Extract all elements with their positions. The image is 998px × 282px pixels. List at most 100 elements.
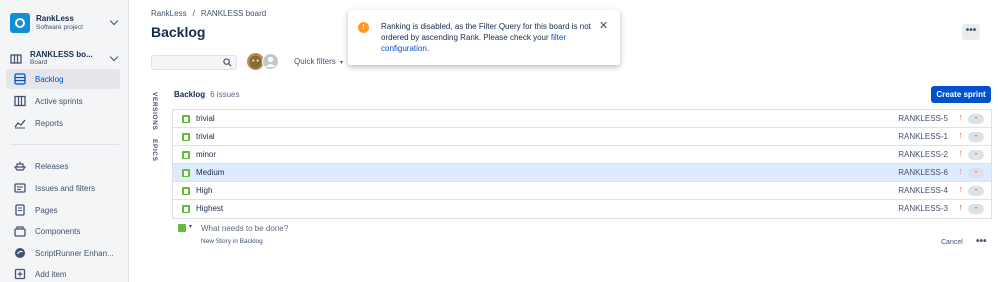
more-actions-button[interactable]: ••• [962, 24, 980, 40]
user-avatar[interactable] [262, 53, 279, 70]
chevron-down-icon: ▾ [189, 224, 193, 230]
story-icon [182, 115, 190, 123]
issue-key[interactable]: RANKLESS-1 [898, 132, 948, 141]
search-input[interactable] [151, 55, 237, 70]
issue-row[interactable]: minor RANKLESS-2 ↑ - [173, 146, 991, 164]
sidebar-item-label: Releases [35, 161, 69, 171]
sidebar-item-label: Reports [35, 118, 64, 128]
issue-row[interactable]: trivial RANKLESS-1 ↑ - [173, 128, 991, 146]
sidebar-item-active-sprints[interactable]: Active sprints [6, 91, 120, 111]
sidebar-item-pages[interactable]: Pages [6, 200, 120, 220]
issue-key[interactable]: RANKLESS-4 [898, 186, 948, 195]
issue-key[interactable]: RANKLESS-6 [898, 168, 948, 177]
project-type: Software project [36, 24, 83, 31]
estimate-badge: - [968, 186, 984, 196]
issue-summary: trivial [196, 114, 215, 123]
epics-tab[interactable]: EPICS [151, 139, 158, 162]
sidebar-item-releases[interactable]: Releases [6, 156, 120, 176]
issue-row[interactable]: High RANKLESS-4 ↑ - [173, 182, 991, 200]
breadcrumb-board[interactable]: RANKLESS board [201, 9, 266, 18]
estimate-badge: - [968, 114, 984, 124]
sidebar-item-label: Pages [35, 205, 58, 215]
sidebar-item-scriptrunner[interactable]: ScriptRunner Enhan... [6, 243, 120, 263]
issue-key[interactable]: RANKLESS-2 [898, 150, 948, 159]
ranking-disabled-flag: ! Ranking is disabled, as the Filter Que… [348, 10, 620, 65]
scriptrunner-icon [14, 247, 26, 259]
board-type: Board [30, 59, 48, 66]
sidebar-item-reports[interactable]: Reports [6, 113, 120, 133]
chevron-down-icon [109, 16, 119, 26]
chevron-down-icon: ▾ [340, 60, 344, 66]
priority-up-icon: ↑ [958, 130, 964, 140]
sidebar: RankLess Software project RANKLESS bo...… [0, 0, 129, 282]
priority-up-icon: ↑ [958, 202, 964, 212]
search-icon [223, 58, 232, 69]
backlog-icon [14, 73, 26, 85]
priority-up-icon: ↑ [958, 112, 964, 122]
breadcrumb-separator: / [192, 9, 195, 18]
story-icon [182, 169, 190, 177]
sidebar-item-backlog[interactable]: Backlog [6, 69, 120, 89]
issue-summary: trivial [196, 132, 215, 141]
sidebar-item-label: Issues and filters [35, 183, 96, 193]
issue-summary: High [196, 186, 213, 195]
board-selector[interactable]: RANKLESS bo... Board [10, 49, 120, 69]
flag-message: Ranking is disabled, as the Filter Query… [381, 22, 591, 53]
story-icon [178, 224, 186, 232]
issue-summary: minor [196, 150, 217, 159]
issue-count: 6 issues [210, 90, 240, 99]
breadcrumb: RankLess / RANKLESS board [151, 9, 266, 18]
sidebar-item-label: Components [35, 226, 81, 236]
create-sprint-button[interactable]: Create sprint [931, 86, 991, 103]
sidebar-item-add-item[interactable]: Add item [6, 264, 120, 282]
project-avatar [10, 13, 30, 33]
sidebar-item-components[interactable]: Components [6, 221, 120, 241]
sidebar-divider [10, 144, 119, 145]
story-icon [182, 187, 190, 195]
story-icon [182, 205, 190, 213]
cancel-button[interactable]: Cancel [941, 239, 963, 246]
issue-key[interactable]: RANKLESS-3 [898, 204, 948, 213]
ship-icon [14, 160, 26, 172]
board-name: RANKLESS bo... [30, 50, 93, 59]
sidebar-item-label: Backlog [35, 74, 64, 84]
quick-filters-label: Quick filters [294, 57, 336, 66]
priority-up-icon: ↑ [958, 166, 964, 176]
create-issue-input[interactable]: What needs to be done? [201, 224, 288, 233]
board-icon [10, 54, 22, 64]
sidebar-item-label: Add item [35, 269, 67, 279]
sidebar-item-label: Active sprints [35, 96, 83, 106]
project-name: RankLess [36, 14, 74, 23]
components-icon [14, 225, 26, 237]
story-icon [182, 133, 190, 141]
issue-key[interactable]: RANKLESS-5 [898, 114, 948, 123]
page-icon [14, 204, 26, 216]
backlog-header: Backlog 6 issues [174, 90, 239, 99]
project-switcher[interactable]: RankLess Software project [10, 12, 120, 34]
quick-filters-dropdown[interactable]: Quick filters ▾ [294, 57, 343, 66]
backlog-name: Backlog [174, 90, 206, 99]
versions-tab[interactable]: VERSIONS [151, 92, 158, 130]
columns-icon [14, 95, 26, 107]
add-icon [14, 268, 26, 280]
breadcrumb-project[interactable]: RankLess [151, 9, 187, 18]
estimate-badge: - [968, 150, 984, 160]
estimate-badge: - [968, 168, 984, 178]
issue-row[interactable]: Highest RANKLESS-3 ↑ - [173, 200, 991, 218]
issue-summary: Highest [196, 204, 224, 213]
issue-row-selected[interactable]: Medium RANKLESS-6 ↑ - [173, 164, 991, 182]
create-issue-hint: New Story in Backlog [201, 238, 263, 245]
close-icon[interactable]: ✕ [599, 19, 608, 32]
more-actions-button[interactable]: ••• [976, 236, 987, 247]
issue-row[interactable]: trivial RANKLESS-5 ↑ - [173, 110, 991, 128]
estimate-badge: - [968, 204, 984, 214]
priority-up-icon: ↑ [958, 184, 964, 194]
warning-icon: ! [358, 22, 369, 33]
sidebar-item-label: ScriptRunner Enhan... [35, 248, 114, 258]
estimate-badge: - [968, 132, 984, 142]
issue-summary: Medium [196, 168, 225, 177]
story-icon [182, 151, 190, 159]
sidebar-item-issues-and-filters[interactable]: Issues and filters [6, 178, 120, 198]
priority-up-icon: ↑ [958, 148, 964, 158]
issue-list: trivial RANKLESS-5 ↑ - trivial RANKLESS-… [172, 109, 992, 219]
